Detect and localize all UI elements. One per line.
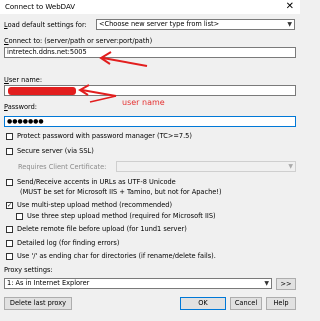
connect-label: Connect to: (server/path or server:port/… [4, 37, 153, 45]
password-input[interactable]: ●●●●●●● [4, 116, 296, 127]
annotation-text: user name [122, 98, 165, 107]
secure-server-checkbox[interactable] [6, 148, 13, 155]
secure-server-label: Secure server (via SSL) [17, 147, 94, 155]
client-cert-select: ▼ [116, 161, 296, 172]
proxy-more-button[interactable]: >> [276, 278, 296, 290]
connect-value: intretech.ddns.net:5005 [7, 48, 87, 56]
protect-password-checkbox[interactable] [6, 133, 13, 140]
load-defaults-label: Load default settings for: [4, 21, 87, 29]
cancel-button[interactable]: Cancel [230, 297, 262, 310]
delete-last-proxy-button[interactable]: Delete last proxy [4, 297, 72, 310]
window-title: Connect to WebDAV [5, 3, 76, 11]
proxy-label: Proxy settings: [4, 266, 53, 274]
proxy-select[interactable]: 1: As in Internet Explorer ▼ [4, 278, 272, 289]
detailed-log-checkbox[interactable] [6, 240, 13, 247]
help-button[interactable]: Help [266, 297, 296, 310]
chevron-down-icon: ▼ [288, 163, 293, 170]
three-step-upload-checkbox[interactable] [16, 213, 23, 220]
check-icon: ✓ [6, 202, 13, 209]
close-icon[interactable]: ✕ [286, 1, 294, 12]
three-step-upload-label: Use three step upload method (required f… [27, 212, 216, 220]
password-label: Password: [4, 103, 38, 111]
multi-step-upload-checkbox[interactable]: ✓ [6, 202, 13, 209]
chevron-down-icon: ▼ [287, 21, 292, 28]
ok-button[interactable]: OK [180, 297, 226, 310]
chevron-down-icon: ▼ [264, 280, 269, 287]
slash-ending-checkbox[interactable] [6, 253, 13, 260]
server-type-value: <Choose new server type from list> [99, 20, 220, 28]
client-cert-label: Requires Client Certificate: [18, 163, 107, 171]
password-value: ●●●●●●● [7, 118, 44, 125]
server-type-select[interactable]: <Choose new server type from list> ▼ [96, 19, 295, 30]
proxy-value: 1: As in Internet Explorer [7, 279, 90, 287]
delete-before-upload-checkbox[interactable] [6, 226, 13, 233]
utf8-accents-label: Send/Receive accents in URLs as UTF-8 Un… [17, 178, 176, 186]
utf8-accents-note: (MUST be set for Microsoft IIS + Tamino,… [20, 188, 222, 196]
delete-before-upload-label: Delete remote file before upload (for 1u… [17, 225, 187, 233]
multi-step-upload-label: Use multi-step upload method (recommende… [17, 201, 173, 209]
protect-password-label: Protect password with password manager (… [17, 132, 192, 140]
annotation-arrow-username [78, 84, 117, 103]
utf8-accents-checkbox[interactable] [6, 179, 13, 186]
detailed-log-label: Detailed log (for finding errors) [17, 239, 120, 247]
redaction-mark [8, 87, 76, 95]
annotation-arrow-connect [99, 51, 148, 67]
slash-ending-label: Use '/' as ending char for directories (… [17, 252, 216, 260]
username-label: User name: [4, 76, 43, 84]
